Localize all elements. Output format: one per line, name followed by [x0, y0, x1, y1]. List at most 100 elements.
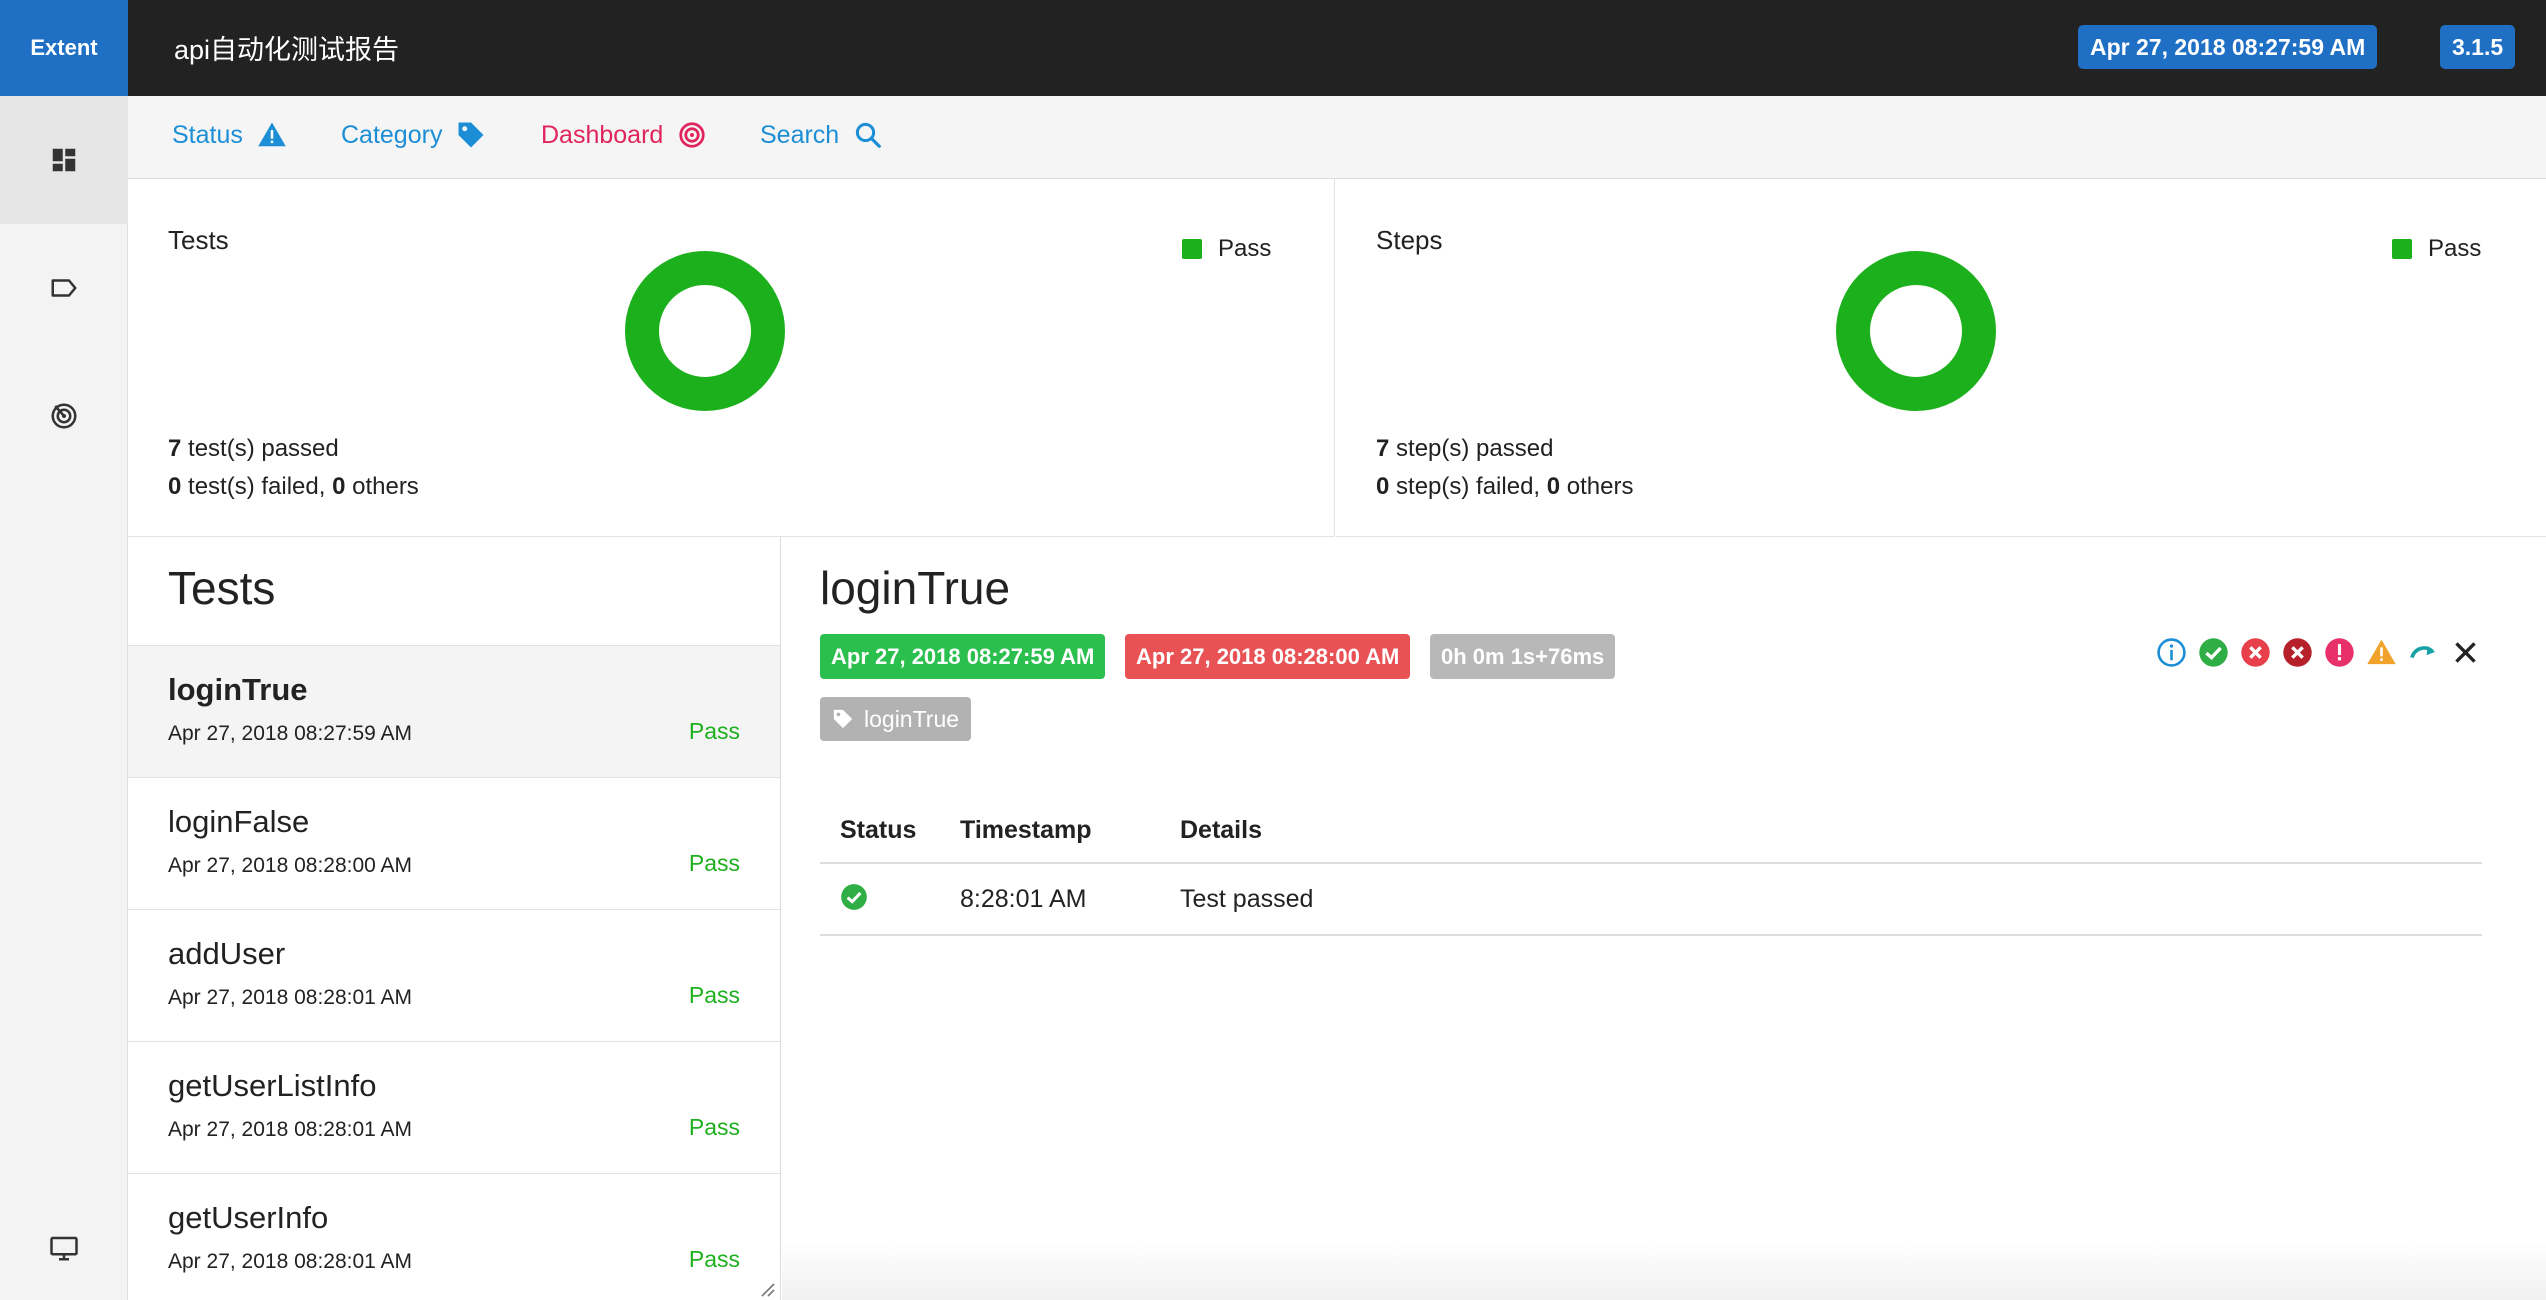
steps-donut-chart[interactable] — [1836, 251, 1996, 411]
pass-icon[interactable] — [2198, 637, 2229, 668]
nav-search[interactable]: Search — [760, 120, 883, 150]
radar-icon — [51, 403, 77, 429]
pass-swatch — [2392, 239, 2412, 259]
warning-icon[interactable] — [2366, 637, 2397, 668]
steps-legend[interactable]: Pass — [2392, 235, 2481, 263]
nav-category-label: Category — [341, 120, 443, 149]
log-status-cell — [820, 863, 940, 936]
steps-passed-count: 7 — [1376, 435, 1390, 462]
report-title: api自动化测试报告 — [174, 35, 400, 65]
test-time: Apr 27, 2018 08:28:01 AM — [168, 986, 413, 1009]
tests-legend[interactable]: Pass — [1182, 235, 1271, 263]
test-status: Pass — [688, 1246, 740, 1272]
fail-icon[interactable] — [2240, 637, 2271, 668]
column-status: Status — [820, 799, 940, 864]
log-table-header: Status Timestamp Details — [820, 799, 2482, 864]
column-details: Details — [1160, 799, 2482, 864]
test-status: Pass — [688, 850, 740, 876]
tests-failed-label: test(s) failed, — [181, 473, 333, 500]
duration-badge: 0h 0m 1s+76ms — [1430, 634, 1616, 679]
resize-handle-icon[interactable] — [758, 1280, 776, 1298]
test-list-item[interactable]: loginTrue Apr 27, 2018 08:27:59 AM Pass — [128, 645, 780, 777]
test-list-item[interactable]: getUserInfo Apr 27, 2018 08:28:01 AM Pas… — [128, 1173, 780, 1300]
clear-filter-icon[interactable] — [2450, 637, 2481, 668]
sidebar-item-environment[interactable] — [0, 1196, 128, 1300]
tests-passed-count: 7 — [168, 435, 182, 462]
test-status: Pass — [688, 982, 740, 1008]
start-time-badge: Apr 27, 2018 08:27:59 AM — [820, 634, 1106, 679]
category-tag-badge[interactable]: loginTrue — [820, 697, 972, 741]
log-details-cell: Test passed — [1160, 863, 2482, 936]
test-name: addUser — [168, 936, 286, 971]
test-name: loginFalse — [168, 804, 310, 839]
brand-logo[interactable]: Extent — [0, 0, 128, 96]
info-icon[interactable] — [2156, 637, 2187, 668]
dashboard-grid-icon — [52, 148, 76, 172]
tests-list-heading: Tests — [168, 562, 276, 614]
test-name: getUserInfo — [168, 1200, 329, 1235]
nav-dashboard[interactable]: Dashboard — [541, 120, 707, 150]
fatal-icon[interactable] — [2282, 637, 2313, 668]
tests-donut-chart[interactable] — [625, 251, 785, 411]
steps-others-count: 0 — [1546, 473, 1561, 500]
steps-passed-label: step(s) passed — [1389, 435, 1554, 462]
top-bar: Extent api自动化测试报告 Apr 27, 2018 08:27:59 … — [0, 0, 2546, 96]
tests-passed-label: test(s) passed — [181, 435, 339, 462]
tests-failed-line: 0 test(s) failed, 0 others — [168, 473, 419, 501]
warning-triangle-icon — [258, 122, 286, 147]
search-icon — [856, 122, 882, 148]
test-status: Pass — [688, 1114, 740, 1140]
nav-status[interactable]: Status — [172, 120, 287, 150]
steps-summary-card: Steps Pass 7 step(s) passed 0 step(s) fa… — [1336, 179, 2546, 537]
tests-others-count: 0 — [332, 473, 346, 500]
tests-summary-card: Tests Pass 7 test(s) passed 0 test(s) fa… — [128, 179, 1335, 537]
log-timestamp-cell: 8:28:01 AM — [940, 863, 1160, 936]
test-name: getUserListInfo — [168, 1068, 377, 1103]
nav-bar: Status Category Dashboard Search — [128, 96, 2546, 179]
steps-legend-label: Pass — [2428, 235, 2482, 262]
test-name: loginTrue — [168, 672, 308, 707]
table-row: 8:28:01 AM Test passed — [820, 863, 2482, 936]
tests-list-panel: Tests loginTrue Apr 27, 2018 08:27:59 AM… — [128, 537, 781, 1300]
test-time: Apr 27, 2018 08:28:01 AM — [168, 1250, 413, 1273]
end-time-badge: Apr 27, 2018 08:28:00 AM — [1125, 634, 1411, 679]
tag-icon — [833, 709, 853, 729]
report-date-badge: Apr 27, 2018 08:27:59 AM — [2078, 25, 2378, 69]
test-detail-panel: loginTrue Apr 27, 2018 08:27:59 AM Apr 2… — [782, 537, 2546, 1300]
test-time: Apr 27, 2018 08:28:00 AM — [168, 854, 413, 877]
tests-summary-title: Tests — [168, 225, 229, 255]
pass-swatch — [1182, 239, 1202, 259]
nav-search-label: Search — [760, 120, 840, 149]
nav-status-label: Status — [172, 120, 243, 149]
sidebar-item-tests[interactable] — [0, 96, 128, 224]
log-table: Status Timestamp Details 8:28:01 AM Test… — [820, 799, 2482, 936]
tag-icon — [458, 122, 484, 148]
tag-outline-icon — [51, 279, 77, 297]
steps-passed-line: 7 step(s) passed — [1376, 435, 1553, 463]
steps-failed-line: 0 step(s) failed, 0 others — [1376, 473, 1634, 501]
sidebar-item-category[interactable] — [0, 224, 128, 352]
radar-icon — [679, 122, 705, 148]
bottom-shadow — [782, 1240, 2546, 1300]
test-list-item[interactable]: getUserListInfo Apr 27, 2018 08:28:01 AM… — [128, 1041, 780, 1173]
column-timestamp: Timestamp — [940, 799, 1160, 864]
pass-check-icon — [841, 883, 867, 910]
nav-category[interactable]: Category — [341, 120, 486, 150]
tests-failed-count: 0 — [168, 473, 182, 500]
error-icon[interactable] — [2324, 637, 2355, 668]
steps-failed-label: step(s) failed, — [1389, 473, 1547, 500]
steps-summary-title: Steps — [1376, 225, 1443, 255]
nav-dashboard-label: Dashboard — [541, 120, 664, 149]
version-badge: 3.1.5 — [2440, 25, 2516, 69]
test-list-item[interactable]: addUser Apr 27, 2018 08:28:01 AM Pass — [128, 909, 780, 1041]
steps-failed-count: 0 — [1376, 473, 1390, 500]
category-tag-label: loginTrue — [864, 705, 960, 732]
test-status: Pass — [688, 718, 740, 744]
test-list-item[interactable]: loginFalse Apr 27, 2018 08:28:00 AM Pass — [128, 777, 780, 909]
side-rail — [0, 96, 128, 1300]
tests-legend-label: Pass — [1218, 235, 1272, 262]
steps-others-label: others — [1560, 473, 1634, 500]
sidebar-item-dashboard[interactable] — [0, 352, 128, 480]
skip-icon[interactable] — [2408, 637, 2439, 668]
log-status-filters — [2156, 637, 2481, 668]
